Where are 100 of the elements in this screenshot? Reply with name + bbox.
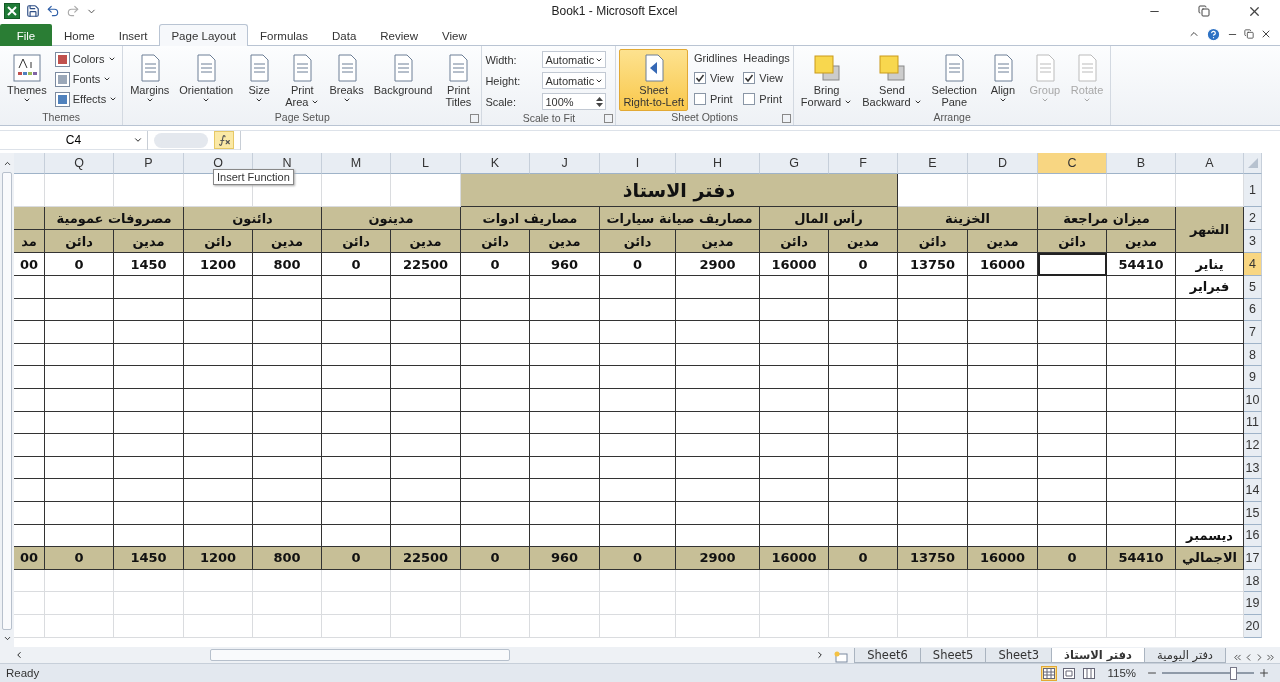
table-cell bbox=[530, 479, 600, 502]
close-icon[interactable] bbox=[1260, 28, 1272, 40]
ribbon-button[interactable]: Colors bbox=[52, 49, 120, 69]
formula-input[interactable] bbox=[240, 130, 1280, 150]
ribbon-tab[interactable]: Data bbox=[320, 24, 369, 46]
ribbon-button[interactable]: Sheet Right-to-Left bbox=[619, 49, 688, 111]
zoom-in-icon[interactable] bbox=[1258, 667, 1270, 679]
restore-icon[interactable] bbox=[1244, 29, 1254, 39]
table-cell bbox=[530, 388, 600, 412]
row-header[interactable]: 18 bbox=[1244, 569, 1262, 593]
checkbox[interactable]: View bbox=[743, 67, 790, 88]
dialog-launcher-icon[interactable] bbox=[470, 114, 480, 123]
last-sheet-icon[interactable] bbox=[1265, 652, 1276, 663]
redo-icon[interactable] bbox=[66, 4, 80, 18]
ribbon-tab[interactable]: View bbox=[430, 24, 479, 46]
undo-icon[interactable] bbox=[46, 4, 60, 18]
sheet-tab[interactable]: دفتر اليومية bbox=[1144, 648, 1226, 663]
row-header[interactable]: 16 bbox=[1244, 524, 1262, 548]
first-sheet-icon[interactable] bbox=[1232, 652, 1243, 663]
row-header[interactable]: 7 bbox=[1244, 321, 1262, 344]
ribbon-button[interactable]: Selection Pane bbox=[927, 49, 981, 111]
column-header[interactable]: J bbox=[530, 153, 600, 174]
spinner-field[interactable]: 100% bbox=[542, 93, 607, 110]
sheet-tab[interactable]: Sheet5 bbox=[919, 648, 987, 663]
table-cell bbox=[968, 388, 1038, 412]
vertical-scrollbar[interactable] bbox=[0, 153, 14, 647]
spreadsheet-logo-icon[interactable] bbox=[4, 3, 20, 19]
row-header[interactable]: 17 bbox=[1244, 547, 1262, 570]
dialog-launcher-icon[interactable] bbox=[604, 114, 614, 123]
dropdown-field[interactable]: Automatic bbox=[542, 72, 607, 89]
ribbon-tab[interactable]: Insert bbox=[106, 24, 160, 46]
row-header[interactable]: 19 bbox=[1244, 592, 1262, 615]
save-icon[interactable] bbox=[26, 4, 40, 18]
ribbon-button[interactable]: Themes bbox=[3, 49, 51, 107]
table-cell bbox=[322, 411, 391, 435]
ribbon-button[interactable]: Margins bbox=[126, 49, 174, 107]
row-header[interactable]: 12 bbox=[1244, 434, 1262, 457]
checkbox[interactable]: View bbox=[693, 67, 738, 88]
row-header[interactable]: 3 bbox=[1244, 230, 1262, 253]
row-header[interactable]: 4 bbox=[1244, 253, 1262, 276]
column-header[interactable]: L bbox=[391, 153, 461, 174]
row-header[interactable]: 15 bbox=[1244, 501, 1262, 525]
column-header[interactable]: E bbox=[898, 153, 968, 174]
insert-function-icon[interactable] bbox=[214, 131, 234, 149]
ribbon-button[interactable]: Breaks bbox=[325, 49, 368, 107]
sheet-tab[interactable]: Sheet3 bbox=[985, 648, 1052, 663]
insert-sheet-icon[interactable] bbox=[833, 651, 850, 663]
selected-cell[interactable] bbox=[1038, 253, 1107, 276]
column-header[interactable]: P bbox=[114, 153, 184, 174]
row-header[interactable]: 11 bbox=[1244, 411, 1262, 435]
ribbon-button[interactable]: Size bbox=[239, 49, 280, 107]
ribbon-button[interactable]: Print Titles bbox=[438, 49, 479, 111]
ribbon-button[interactable]: Bring Forward bbox=[796, 49, 857, 111]
dialog-launcher-icon[interactable] bbox=[781, 114, 791, 123]
column-header[interactable]: F bbox=[829, 153, 898, 174]
header-cell: مدين bbox=[968, 230, 1038, 253]
column-header[interactable]: G bbox=[760, 153, 829, 174]
column-header[interactable]: M bbox=[322, 153, 391, 174]
name-box[interactable]: C4 bbox=[0, 130, 148, 150]
row-header[interactable]: 14 bbox=[1244, 479, 1262, 502]
column-header[interactable]: I bbox=[600, 153, 676, 174]
row-header[interactable]: 6 bbox=[1244, 298, 1262, 322]
ribbon-button[interactable]: Orientation bbox=[175, 49, 238, 107]
column-header[interactable]: D bbox=[968, 153, 1038, 174]
checkbox[interactable]: Print bbox=[743, 88, 790, 109]
page-layout-view-icon[interactable] bbox=[1061, 665, 1078, 681]
column-header[interactable]: H bbox=[676, 153, 760, 174]
ribbon-button[interactable]: Effects bbox=[52, 89, 120, 109]
column-header[interactable]: Q bbox=[45, 153, 114, 174]
row-header[interactable]: 5 bbox=[1244, 276, 1262, 299]
sheet-tab[interactable]: Sheet6 bbox=[854, 648, 921, 663]
ribbon-tab[interactable]: Review bbox=[368, 24, 430, 46]
header-cell: الخزينة bbox=[898, 207, 1038, 230]
column-header[interactable]: K bbox=[461, 153, 530, 174]
row-header[interactable]: 10 bbox=[1244, 388, 1262, 412]
zoom-slider-thumb[interactable] bbox=[1230, 666, 1237, 680]
column-header[interactable]: C bbox=[1038, 153, 1107, 174]
ribbon-tab[interactable]: File bbox=[0, 24, 52, 46]
column-header[interactable]: A bbox=[1176, 153, 1244, 174]
ribbon-tab[interactable]: Page Layout bbox=[159, 24, 249, 46]
row-header[interactable]: 2 bbox=[1244, 207, 1262, 230]
ribbon-button[interactable]: Fonts bbox=[52, 69, 120, 89]
ribbon-button[interactable]: Align bbox=[982, 49, 1023, 107]
row-header[interactable]: 8 bbox=[1244, 343, 1262, 367]
sheet-tab[interactable]: دفتر الاستاذ bbox=[1051, 648, 1145, 663]
checkbox[interactable]: Print bbox=[693, 88, 738, 109]
ribbon-tab[interactable]: Home bbox=[52, 24, 107, 46]
ribbon-tab[interactable]: Formulas bbox=[248, 24, 320, 46]
ribbon-button[interactable]: Background bbox=[369, 49, 437, 99]
row-header[interactable]: 20 bbox=[1244, 614, 1262, 638]
help-icon[interactable] bbox=[1206, 26, 1221, 42]
ribbon-button[interactable]: Send Backward bbox=[858, 49, 926, 111]
page-break-view-icon[interactable] bbox=[1081, 665, 1098, 681]
dropdown-field[interactable]: Automatic bbox=[542, 51, 607, 68]
row-header[interactable]: 13 bbox=[1244, 456, 1262, 480]
row-header[interactable]: 9 bbox=[1244, 366, 1262, 389]
normal-view-icon[interactable] bbox=[1041, 665, 1058, 681]
column-header[interactable]: B bbox=[1107, 153, 1176, 174]
ribbon-button[interactable]: Print Area bbox=[281, 49, 324, 111]
row-header[interactable]: 1 bbox=[1244, 174, 1262, 207]
